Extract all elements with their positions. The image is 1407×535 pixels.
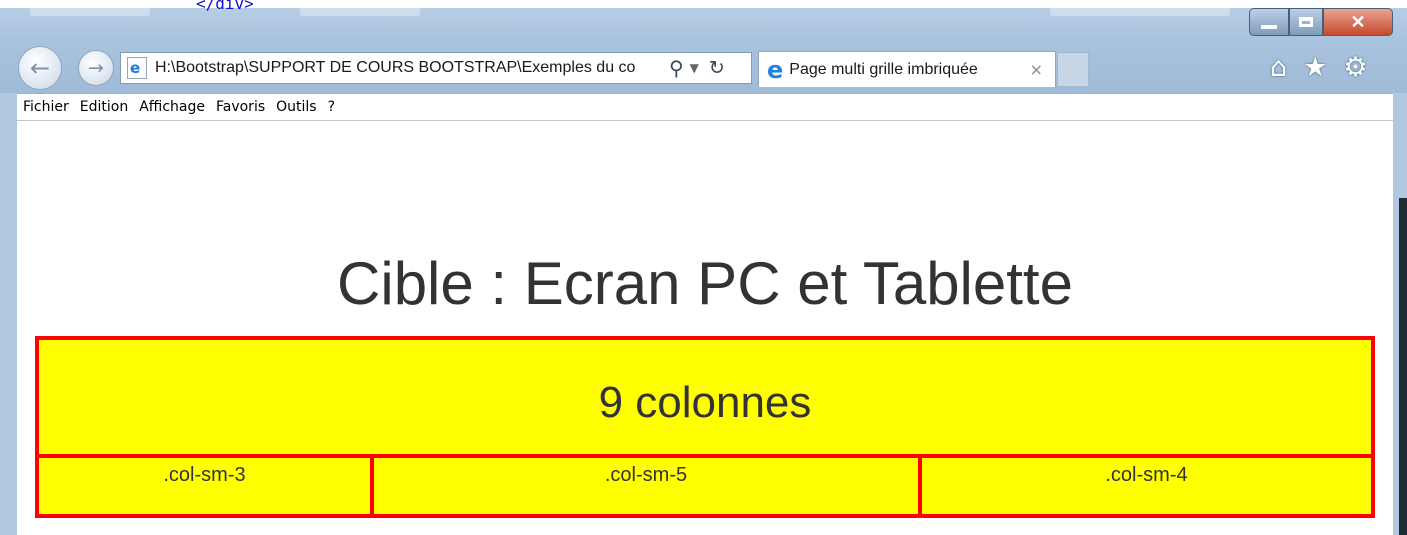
column-col-sm-3: .col-sm-3: [35, 454, 374, 518]
menu-item-help[interactable]: ?: [328, 99, 335, 115]
tab-title: Page multi grille imbriquée: [789, 60, 978, 78]
minimize-button[interactable]: [1249, 8, 1289, 36]
window-controls: ✕: [1249, 8, 1393, 36]
new-tab-button[interactable]: [1057, 52, 1089, 87]
menu-item-outils[interactable]: Outils: [276, 99, 316, 115]
forward-button[interactable]: →: [78, 50, 114, 86]
close-icon[interactable]: ×: [1030, 60, 1043, 79]
search-icon[interactable]: ⚲: [669, 56, 684, 80]
back-arrow-icon: ←: [29, 54, 51, 82]
page-icon: e: [127, 57, 147, 79]
background-code-text: </div>: [196, 0, 254, 13]
refresh-icon[interactable]: ↻: [709, 57, 725, 79]
menu-item-fichier[interactable]: Fichier: [23, 99, 69, 115]
column-col-sm-5: .col-sm-5: [370, 454, 922, 518]
column-col-sm-4: .col-sm-4: [918, 454, 1375, 518]
close-icon: ✕: [1350, 11, 1366, 32]
nested-row: .col-sm-3 .col-sm-5 .col-sm-4: [35, 454, 1375, 518]
toolbar-icons: ⌂ ★ ⚙: [1270, 52, 1368, 83]
outer-column-9: 9 colonnes .col-sm-3 .col-sm-5 .col-sm-4: [35, 336, 1375, 518]
window-frame-right: [1393, 93, 1407, 535]
maximize-button[interactable]: [1289, 8, 1323, 36]
chevron-down-icon[interactable]: ▼: [690, 61, 699, 75]
page-viewport: Cible : Ecran PC et Tablette 9 colonnes …: [17, 121, 1393, 535]
address-text[interactable]: H:\Bootstrap\SUPPORT DE COURS BOOTSTRAP\…: [155, 59, 663, 77]
outer-column-label: 9 colonnes: [598, 378, 812, 427]
internet-explorer-icon: e: [767, 55, 784, 84]
maximize-icon: [1299, 17, 1313, 27]
forward-arrow-icon: →: [88, 57, 104, 79]
menu-item-edition[interactable]: Edition: [80, 99, 128, 115]
menu-item-favoris[interactable]: Favoris: [216, 99, 265, 115]
menu-bar: Fichier Edition Affichage Favoris Outils…: [17, 93, 1393, 121]
desktop-edge: [1399, 198, 1407, 535]
gear-icon[interactable]: ⚙: [1343, 52, 1367, 83]
home-icon[interactable]: ⌂: [1270, 52, 1287, 83]
star-icon[interactable]: ★: [1303, 52, 1327, 83]
background-blur: [30, 4, 150, 16]
browser-window-chrome: </div> ← → e H:\Bootstrap\SUPPORT DE COU…: [0, 0, 1407, 93]
tab-page-multi-grille[interactable]: e Page multi grille imbriquée ×: [758, 51, 1056, 87]
window-frame-left: [0, 93, 17, 535]
close-window-button[interactable]: ✕: [1323, 8, 1393, 36]
menu-item-affichage[interactable]: Affichage: [139, 99, 205, 115]
minimize-icon: [1261, 25, 1277, 29]
page-title: Cible : Ecran PC et Tablette: [337, 250, 1073, 317]
background-blur: [1050, 4, 1230, 16]
back-button[interactable]: ←: [18, 46, 62, 90]
address-bar[interactable]: e H:\Bootstrap\SUPPORT DE COURS BOOTSTRA…: [120, 52, 752, 84]
background-blur: [300, 4, 420, 16]
